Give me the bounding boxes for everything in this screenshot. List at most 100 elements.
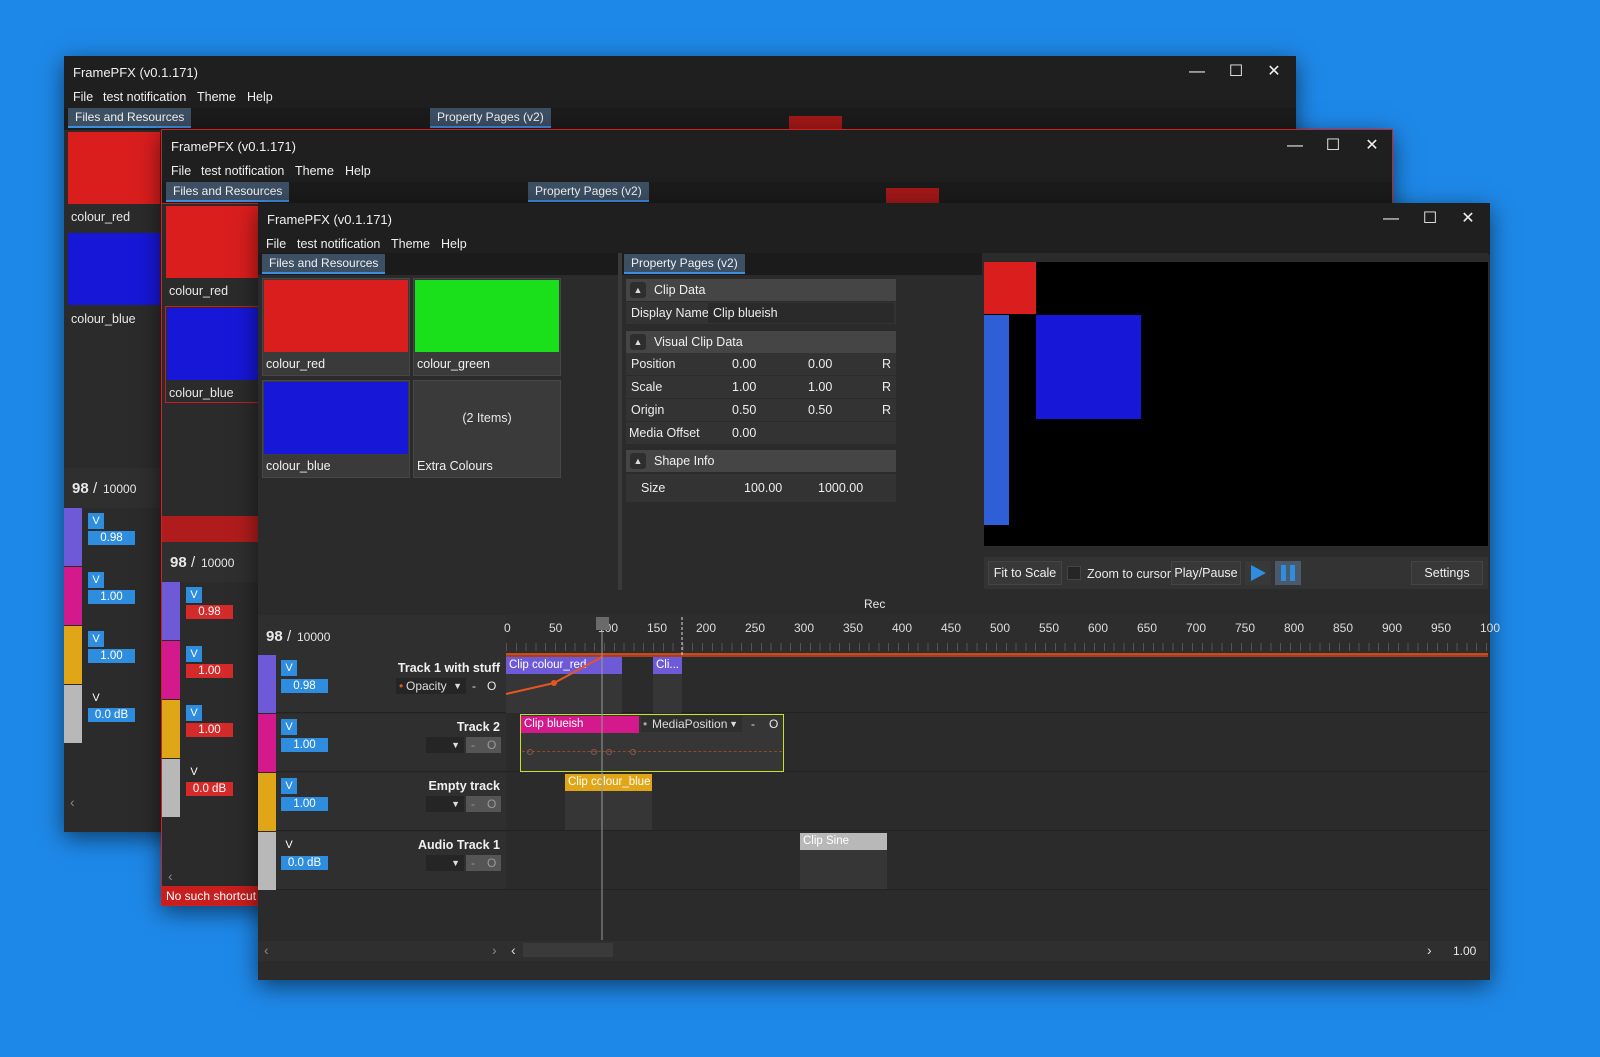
track-header[interactable]: V 1.00 Empty track ▼ - O <box>258 773 506 831</box>
automation-remove[interactable]: - <box>471 738 475 752</box>
track-opacity[interactable]: 1.00 <box>186 664 233 678</box>
menu-file[interactable]: File <box>171 164 191 178</box>
scroll-right-icon[interactable]: › <box>1427 942 1432 958</box>
visibility-toggle[interactable]: V <box>281 778 297 794</box>
automation-remove[interactable]: - <box>472 679 476 693</box>
settings-button[interactable]: Settings <box>1411 561 1483 585</box>
close-icon[interactable]: ✕ <box>1449 206 1487 232</box>
track-header[interactable]: V 0.98 Track 1 with stuff • Opacity ▼ - … <box>258 655 506 713</box>
tab-files-resources[interactable]: Files and Resources <box>262 254 386 274</box>
title-bar[interactable]: FramePFX (v0.1.171) — ☐ ✕ <box>258 203 1490 235</box>
size-height[interactable]: 1000.00 <box>818 481 863 495</box>
close-icon[interactable]: ✕ <box>1255 59 1293 85</box>
track-opacity[interactable]: 0.98 <box>186 605 233 619</box>
clip-sine[interactable]: Clip Sine <box>800 833 887 850</box>
origin-x[interactable]: 0.50 <box>732 403 756 417</box>
track-name[interactable]: Track 1 with stuff <box>398 661 500 675</box>
track-lane[interactable] <box>506 773 1488 831</box>
scroll-left-icon[interactable]: ‹ <box>168 868 173 884</box>
automation-override[interactable]: O <box>487 738 496 752</box>
close-icon[interactable]: ✕ <box>1353 133 1391 159</box>
scroll-right-icon[interactable]: › <box>492 942 497 958</box>
collapse-icon[interactable]: ▲ <box>630 334 646 350</box>
automation-param-dropdown[interactable]: ▼ <box>426 737 464 753</box>
visibility-toggle[interactable]: V <box>281 719 297 735</box>
menu-file[interactable]: File <box>266 237 286 251</box>
size-width[interactable]: 100.00 <box>744 481 782 495</box>
tab-property-pages[interactable]: Property Pages (v2) <box>430 108 551 128</box>
section-visual-clip-data[interactable]: ▲ Visual Clip Data <box>626 331 896 353</box>
menu-help[interactable]: Help <box>441 237 467 251</box>
position-y[interactable]: 0.00 <box>808 357 832 371</box>
track-volume[interactable]: 0.0 dB <box>281 856 328 870</box>
maximize-icon[interactable]: ☐ <box>1411 206 1449 232</box>
minimize-icon[interactable]: — <box>1372 206 1410 232</box>
section-shape-info[interactable]: ▲ Shape Info <box>626 450 896 472</box>
maximize-icon[interactable]: ☐ <box>1217 59 1255 85</box>
resource-tile-blue[interactable]: colour_blue <box>262 380 410 478</box>
track-opacity[interactable]: 1.00 <box>88 590 135 604</box>
track-volume[interactable]: 0.0 dB <box>88 708 135 722</box>
visibility-toggle[interactable]: V <box>186 764 202 780</box>
visibility-toggle[interactable]: V <box>88 690 104 706</box>
tab-property-pages[interactable]: Property Pages (v2) <box>528 182 649 202</box>
track-opacity[interactable]: 0.98 <box>88 531 135 545</box>
track-opacity[interactable]: 1.00 <box>186 723 233 737</box>
collapse-icon[interactable]: ▲ <box>630 282 646 298</box>
visibility-toggle[interactable]: V <box>88 513 104 529</box>
automation-remove[interactable]: - <box>471 856 475 870</box>
menu-theme[interactable]: Theme <box>295 164 334 178</box>
menu-test-notification[interactable]: test notification <box>103 90 186 104</box>
clip-short[interactable]: Cli... <box>653 657 682 674</box>
tab-files-resources[interactable]: Files and Resources <box>166 182 290 202</box>
scroll-left-icon[interactable]: ‹ <box>511 942 516 958</box>
menu-theme[interactable]: Theme <box>391 237 430 251</box>
menu-test-notification[interactable]: test notification <box>201 164 284 178</box>
visibility-toggle[interactable]: V <box>88 572 104 588</box>
play-pause-button[interactable]: Play/Pause <box>1171 561 1241 585</box>
clip-automation-override[interactable]: O <box>769 717 778 731</box>
automation-override[interactable]: O <box>487 679 496 693</box>
track-volume[interactable]: 0.0 dB <box>186 782 233 796</box>
scroll-left-icon[interactable]: ‹ <box>70 794 75 810</box>
visibility-toggle[interactable]: V <box>281 660 297 676</box>
clip-colour-blue[interactable]: Clip colour_blue <box>565 774 652 791</box>
minimize-icon[interactable]: — <box>1276 133 1314 159</box>
tab-property-pages[interactable]: Property Pages (v2) <box>624 254 745 274</box>
menu-file[interactable]: File <box>73 90 93 104</box>
menu-help[interactable]: Help <box>345 164 371 178</box>
tab-files-resources[interactable]: Files and Resources <box>68 108 192 128</box>
automation-override[interactable]: O <box>487 797 496 811</box>
reset-button[interactable]: R <box>882 357 891 371</box>
clip-automation-dropdown[interactable]: • MediaPosition ▼ <box>641 716 742 732</box>
title-bar[interactable]: FramePFX (v0.1.171) — ☐ ✕ <box>64 56 1296 88</box>
automation-override[interactable]: O <box>487 856 496 870</box>
visibility-toggle[interactable]: V <box>186 646 202 662</box>
track-opacity[interactable]: 1.00 <box>281 738 328 752</box>
pause-icon[interactable] <box>1275 561 1301 585</box>
scale-x[interactable]: 1.00 <box>732 380 756 394</box>
scroll-thumb[interactable] <box>523 943 613 957</box>
track-name[interactable]: Empty track <box>428 779 500 793</box>
track-lane[interactable] <box>506 832 1488 890</box>
track-opacity[interactable]: 1.00 <box>88 649 135 663</box>
position-x[interactable]: 0.00 <box>732 357 756 371</box>
media-offset-value[interactable]: 0.00 <box>732 426 756 440</box>
resource-folder[interactable]: (2 Items) Extra Colours <box>413 380 561 478</box>
menu-theme[interactable]: Theme <box>197 90 236 104</box>
zoom-level[interactable]: 1.00 <box>1453 944 1476 958</box>
visibility-toggle[interactable]: V <box>186 587 202 603</box>
clip-colour-red[interactable]: Clip colour_red <box>506 657 622 674</box>
origin-y[interactable]: 0.50 <box>808 403 832 417</box>
track-name[interactable]: Track 2 <box>457 720 500 734</box>
automation-param-dropdown[interactable]: ▼ <box>426 796 464 812</box>
automation-param-dropdown[interactable]: • Opacity ▼ <box>396 678 466 694</box>
automation-remove[interactable]: - <box>471 797 475 811</box>
track-opacity[interactable]: 0.98 <box>281 679 328 693</box>
visibility-toggle[interactable]: V <box>88 631 104 647</box>
scale-y[interactable]: 1.00 <box>808 380 832 394</box>
section-clip-data[interactable]: ▲ Clip Data <box>626 279 896 301</box>
reset-button[interactable]: R <box>882 380 891 394</box>
preview-canvas[interactable] <box>984 262 1488 546</box>
play-icon[interactable] <box>1245 561 1271 585</box>
